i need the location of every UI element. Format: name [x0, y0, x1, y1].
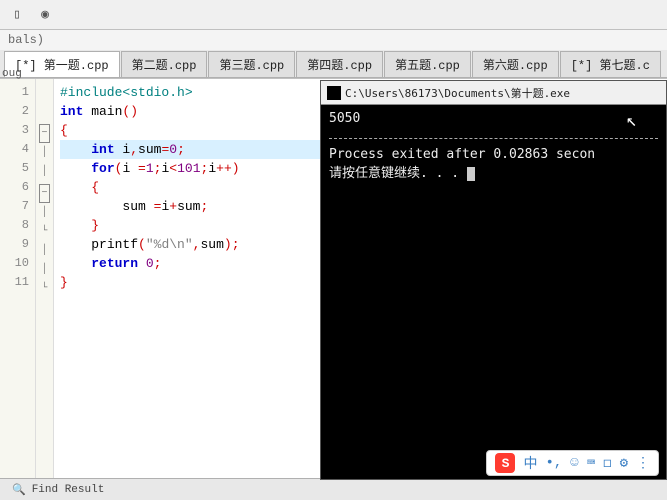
console-title-text: C:\Users\86173\Documents\第十题.exe: [345, 85, 570, 101]
search-icon: 🔍: [12, 483, 26, 497]
line-number-gutter: 1 2 3 4 5 6 7 8 9 10 11: [0, 79, 36, 500]
toolbar-strip: ▯ ◉: [0, 0, 667, 30]
ime-emoji-icon[interactable]: ☺: [570, 455, 578, 471]
tab-file-5[interactable]: 第五题.cpp: [384, 51, 471, 77]
tab-file-3[interactable]: 第三题.cpp: [208, 51, 295, 77]
console-press-key: 请按任意键继续. . .: [329, 162, 658, 181]
toolbar-icon[interactable]: ▯: [8, 6, 26, 24]
tab-file-2[interactable]: 第二题.cpp: [121, 51, 208, 77]
debug-label: oug: [2, 68, 22, 80]
ime-settings-icon[interactable]: ⚙: [620, 455, 628, 472]
ime-punct-toggle[interactable]: •,: [545, 455, 562, 471]
toolbar-icon[interactable]: ◉: [36, 6, 54, 24]
console-result: 5050: [329, 111, 658, 126]
console-titlebar[interactable]: C:\Users\86173\Documents\第十题.exe: [321, 81, 666, 105]
cursor-icon: [467, 167, 475, 181]
status-bar: 🔍 Find Result: [0, 478, 667, 500]
tab-file-6[interactable]: 第六题.cpp: [472, 51, 559, 77]
fold-toggle-icon[interactable]: −: [39, 184, 50, 203]
ime-toolbar[interactable]: S 中 •, ☺ ⌨ ◻ ⚙ ⋮: [486, 450, 659, 476]
fold-toggle-icon[interactable]: −: [39, 124, 50, 143]
find-results-label[interactable]: Find Result: [32, 484, 105, 496]
console-icon: [327, 86, 341, 100]
fold-gutter: − │ │ − │ └ │ │ └: [36, 79, 54, 500]
sogou-logo-icon[interactable]: S: [495, 453, 515, 473]
tab-bar: oug [*] 第一题.cpp 第二题.cpp 第三题.cpp 第四题.cpp …: [0, 50, 667, 78]
ime-lang-toggle[interactable]: 中: [523, 453, 537, 473]
ime-voice-icon[interactable]: ◻: [603, 455, 611, 472]
tab-file-4[interactable]: 第四题.cpp: [296, 51, 383, 77]
ime-more-icon[interactable]: ⋮: [636, 455, 650, 472]
globals-text: bals): [8, 33, 44, 47]
ime-keyboard-icon[interactable]: ⌨: [587, 455, 595, 472]
console-window[interactable]: C:\Users\86173\Documents\第十题.exe 5050 Pr…: [320, 80, 667, 480]
console-divider: [329, 138, 658, 139]
console-output: 5050 Process exited after 0.02863 secon …: [321, 105, 666, 187]
console-exit-line: Process exited after 0.02863 secon: [329, 147, 658, 162]
globals-indicator: bals): [0, 30, 667, 50]
tab-file-7[interactable]: [*] 第七题.c: [560, 51, 661, 77]
